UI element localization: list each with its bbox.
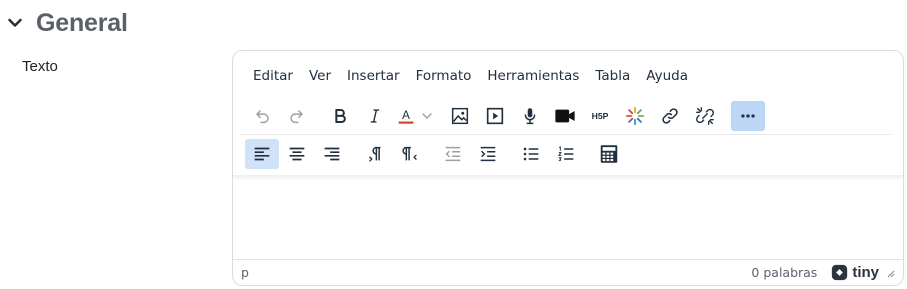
toolbar-row-1: A H5P [245, 99, 766, 133]
align-center-button[interactable] [280, 139, 314, 169]
chevron-down-icon [6, 14, 24, 32]
align-left-icon [254, 147, 270, 161]
italic-icon [370, 109, 380, 123]
bullet-list-button[interactable] [514, 139, 548, 169]
unlink-button[interactable] [688, 101, 722, 131]
ltr-button[interactable] [358, 139, 392, 169]
italic-button[interactable] [358, 101, 392, 131]
menu-herramientas[interactable]: Herramientas [479, 65, 587, 87]
toolbar-row-2 [245, 137, 627, 171]
section-title: General [36, 8, 128, 37]
align-left-button[interactable] [245, 139, 279, 169]
menu-tabla[interactable]: Tabla [587, 65, 638, 87]
record-audio-icon [524, 108, 536, 125]
tiny-brand-text: tiny [852, 264, 879, 281]
align-center-icon [289, 147, 305, 161]
toolbar-divider [241, 134, 891, 135]
section-toggle[interactable]: General [6, 6, 128, 40]
redo-icon [290, 110, 303, 124]
text-color-button[interactable]: A [393, 101, 435, 131]
record-audio-button[interactable] [513, 101, 547, 131]
undo-button[interactable] [245, 101, 279, 131]
h5p-icon: H5P [592, 111, 609, 121]
more-button[interactable] [731, 101, 765, 131]
media-button[interactable] [478, 101, 512, 131]
link-icon [662, 108, 678, 124]
svg-text:A: A [402, 108, 410, 122]
resize-handle-icon[interactable] [885, 268, 895, 278]
unlink-icon [696, 107, 714, 125]
menu-editar[interactable]: Editar [245, 65, 301, 87]
menu-insertar[interactable]: Insertar [339, 65, 408, 87]
record-video-icon [555, 109, 575, 123]
align-right-icon [324, 147, 340, 161]
multimedia-plugin-icon [625, 106, 645, 126]
menu-ayuda[interactable]: Ayuda [638, 65, 696, 87]
outdent-button[interactable] [436, 139, 470, 169]
bullet-list-icon [523, 147, 539, 161]
chevron-down-icon[interactable] [419, 101, 435, 131]
field-label: Texto [22, 58, 58, 75]
ltr-icon [369, 146, 381, 162]
numbered-list-button[interactable] [549, 139, 583, 169]
indent-icon [480, 146, 496, 162]
rtl-icon [402, 146, 417, 161]
svg-text:H5P: H5P [592, 111, 609, 121]
word-count[interactable]: 0 palabras [751, 265, 817, 280]
indent-button[interactable] [471, 139, 505, 169]
editor-menubar: Editar Ver Insertar Formato Herramientas… [245, 65, 696, 87]
editor-statusbar: p 0 palabras tiny [233, 259, 903, 285]
record-video-button[interactable] [548, 101, 582, 131]
redo-button[interactable] [280, 101, 314, 131]
menu-ver[interactable]: Ver [301, 65, 339, 87]
outdent-icon [445, 146, 461, 162]
more-icon [741, 114, 755, 118]
calculator-icon [600, 145, 618, 163]
bold-icon [335, 109, 346, 123]
rich-text-editor: Editar Ver Insertar Formato Herramientas… [232, 50, 904, 286]
h5p-button[interactable]: H5P [583, 101, 617, 131]
element-path[interactable]: p [241, 265, 751, 280]
rtl-button[interactable] [393, 139, 427, 169]
tiny-logo-icon [832, 264, 848, 281]
editor-content-area[interactable] [233, 179, 903, 259]
image-icon [451, 107, 469, 125]
bold-button[interactable] [323, 101, 357, 131]
calculator-button[interactable] [592, 139, 626, 169]
undo-icon [256, 110, 269, 124]
link-button[interactable] [653, 101, 687, 131]
image-button[interactable] [443, 101, 477, 131]
tiny-branding[interactable]: tiny [831, 264, 879, 281]
numbered-list-icon [557, 146, 574, 162]
multimedia-plugin-button[interactable] [618, 101, 652, 131]
menu-formato[interactable]: Formato [408, 65, 480, 87]
text-color-icon: A [393, 101, 419, 131]
align-right-button[interactable] [315, 139, 349, 169]
media-icon [486, 107, 504, 125]
